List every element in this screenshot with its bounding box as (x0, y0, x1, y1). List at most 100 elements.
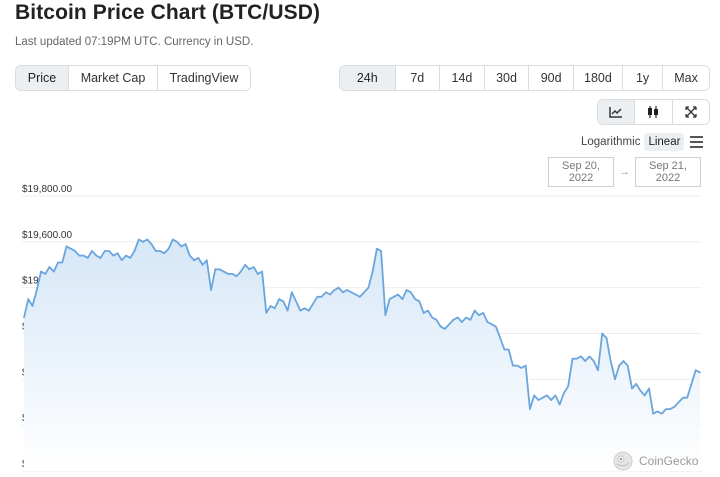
price-point (427, 309, 429, 312)
price-point (393, 296, 395, 298)
price-point (363, 291, 365, 294)
price-point (546, 394, 548, 397)
price-point (308, 309, 310, 312)
price-point (669, 408, 671, 410)
fullscreen-icon (685, 106, 697, 118)
price-point (350, 291, 353, 294)
price-point (699, 371, 701, 374)
price-point (503, 348, 506, 351)
price-point (469, 319, 472, 321)
range-30d-button[interactable]: 30d (484, 66, 530, 90)
price-point (580, 355, 582, 358)
candlestick-button[interactable] (635, 100, 673, 124)
price-point (138, 238, 140, 241)
price-point (371, 270, 374, 273)
price-point (214, 268, 217, 271)
arrow-right-icon: → (619, 166, 630, 178)
price-point (218, 268, 221, 271)
range-180d-button[interactable]: 180d (573, 66, 623, 90)
price-point (180, 245, 183, 248)
price-point (597, 369, 599, 371)
price-point (686, 396, 688, 399)
price-point (584, 360, 586, 362)
price-point (252, 266, 255, 268)
price-point (248, 268, 251, 271)
range-24h-button[interactable]: 24h (340, 66, 396, 90)
price-point (65, 245, 68, 248)
line-chart-icon (609, 107, 623, 118)
price-point (325, 291, 327, 294)
price-point (588, 355, 591, 358)
linear-option[interactable]: Linear (644, 133, 685, 151)
price-point (231, 273, 234, 275)
price-point (397, 293, 399, 296)
price-point (269, 305, 272, 307)
price-point (70, 247, 72, 250)
price-point (563, 392, 565, 394)
price-point (614, 378, 616, 381)
tab-price[interactable]: Price (16, 66, 69, 90)
hamburger-menu-icon[interactable] (690, 136, 704, 148)
price-point (146, 238, 149, 241)
price-point (652, 412, 654, 415)
price-point (605, 337, 608, 339)
price-point (690, 383, 693, 385)
price-point (197, 257, 200, 259)
price-point (444, 328, 446, 330)
price-point (57, 261, 59, 264)
range-1y-button[interactable]: 1y (622, 66, 664, 90)
price-point (201, 264, 204, 266)
price-point (303, 307, 306, 310)
price-point (346, 289, 348, 291)
price-point (473, 309, 476, 312)
price-point (376, 247, 378, 250)
price-point (312, 302, 314, 305)
price-area (24, 239, 700, 471)
price-point (359, 296, 361, 298)
price-point (172, 238, 174, 241)
price-point (44, 273, 47, 275)
tab-market-cap[interactable]: Market Cap (69, 66, 158, 90)
price-point (431, 316, 434, 319)
price-point (150, 243, 153, 245)
price-point (567, 385, 569, 387)
logarithmic-option[interactable]: Logarithmic (577, 133, 644, 151)
price-point (405, 289, 408, 291)
price-point (206, 259, 208, 261)
price-point (507, 348, 510, 351)
price-point (520, 367, 523, 369)
price-point (31, 305, 34, 307)
price-point (87, 257, 89, 259)
price-point (78, 254, 81, 257)
price-point (142, 241, 144, 243)
price-point (240, 270, 242, 273)
price-point (571, 357, 574, 360)
price-point (456, 316, 459, 319)
price-point (410, 291, 412, 294)
line-chart-button[interactable] (598, 100, 636, 124)
price-point (592, 360, 595, 362)
range-7d-button[interactable]: 7d (395, 66, 441, 90)
price-point (648, 387, 650, 390)
price-point (380, 250, 382, 252)
price-point (388, 298, 391, 300)
scale-selector: Logarithmic Linear (577, 133, 704, 151)
price-point (609, 360, 612, 362)
y-tick-label: $19,800.00 (22, 184, 72, 195)
price-point (435, 319, 438, 321)
price-point (163, 252, 166, 255)
price-point (554, 394, 557, 397)
fullscreen-button[interactable] (672, 100, 709, 124)
price-point (439, 325, 442, 328)
price-point (495, 325, 497, 328)
range-max-button[interactable]: Max (663, 66, 709, 90)
price-point (167, 247, 170, 250)
tab-tradingview[interactable]: TradingView (158, 66, 250, 90)
price-point (291, 291, 293, 294)
price-point (189, 254, 191, 257)
range-90d-button[interactable]: 90d (529, 66, 574, 90)
range-14d-button[interactable]: 14d (440, 66, 485, 90)
price-point (512, 364, 514, 367)
price-point (295, 300, 297, 303)
price-point (223, 270, 225, 273)
